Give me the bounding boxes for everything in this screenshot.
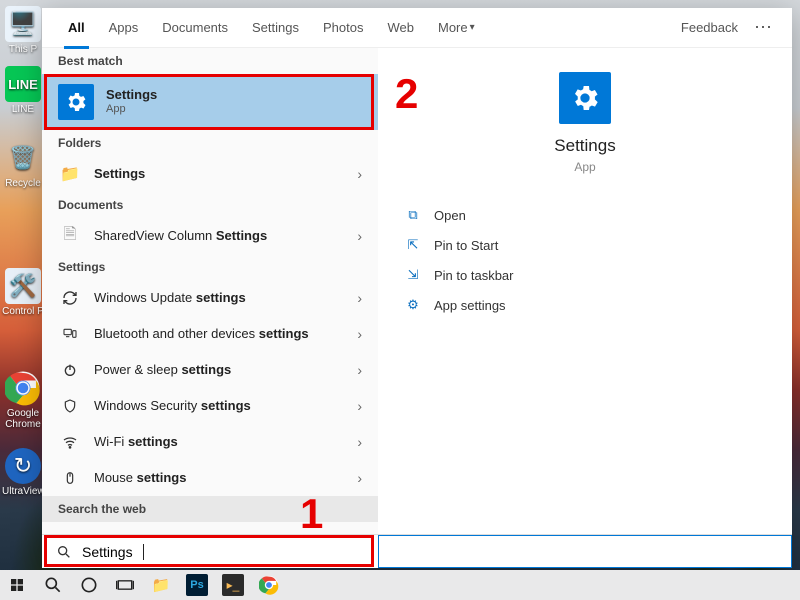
chevron-right-icon: ›	[357, 362, 362, 378]
chevron-right-icon: ›	[357, 166, 362, 182]
section-settings: Settings	[42, 254, 378, 280]
power-icon	[58, 358, 82, 382]
task-view-icon[interactable]	[114, 574, 136, 596]
gear-icon	[559, 72, 611, 124]
pin-icon: ⇱	[404, 237, 422, 253]
document-icon: 🗎	[58, 224, 82, 248]
open-icon: ⧉	[404, 207, 422, 223]
desktop-icon-this-pc[interactable]: 🖥️This P	[2, 6, 44, 55]
sync-icon	[58, 286, 82, 310]
desktop-icon-recycle-bin[interactable]: 🗑️Recycle	[2, 140, 44, 189]
taskbar-search-icon[interactable]	[42, 574, 64, 596]
action-pin-taskbar[interactable]: ⇲ Pin to taskbar	[400, 260, 770, 290]
tab-all[interactable]: All	[56, 8, 97, 48]
search-value: Settings	[82, 544, 133, 560]
desktop-icon-chrome[interactable]: Google Chrome	[2, 370, 44, 430]
feedback-link[interactable]: Feedback	[669, 8, 750, 48]
text-caret	[143, 544, 144, 560]
desktop-icon-line[interactable]: LINELINE	[2, 66, 44, 115]
cortana-icon[interactable]	[78, 574, 100, 596]
annotation-number-1: 1	[300, 490, 323, 538]
chevron-right-icon: ›	[357, 398, 362, 414]
search-icon	[56, 544, 72, 560]
chevron-right-icon: ›	[357, 470, 362, 486]
best-match-settings[interactable]: Settings App	[42, 74, 378, 130]
search-row: Settings	[42, 534, 792, 568]
search-input[interactable]: Settings	[42, 535, 378, 568]
best-match-title: Settings	[106, 87, 362, 103]
section-search-web: Search the web	[42, 496, 378, 522]
settings-result-1[interactable]: Bluetooth and other devices settings›	[42, 316, 378, 352]
folder-icon: 📁	[58, 162, 82, 186]
tab-apps[interactable]: Apps	[97, 8, 151, 48]
taskbar: 📁 Ps ▸_	[0, 570, 800, 600]
gear-icon	[58, 84, 94, 120]
web-result[interactable]: Settings - See web results ›	[42, 522, 378, 534]
section-folders: Folders	[42, 130, 378, 156]
details-title: Settings	[400, 136, 770, 156]
more-options-button[interactable]: ⋯	[750, 17, 778, 38]
folder-result-settings[interactable]: 📁 Settings ›	[42, 156, 378, 192]
tab-more[interactable]: More ▾	[426, 8, 487, 48]
desktop-icon-ultraview[interactable]: ↻UltraView	[2, 448, 44, 497]
devices-icon	[58, 322, 82, 346]
start-button[interactable]	[6, 574, 28, 596]
wifi-icon	[58, 430, 82, 454]
tab-web[interactable]: Web	[375, 8, 426, 48]
shield-icon	[58, 394, 82, 418]
gear-icon: ⚙	[404, 297, 422, 313]
details-kind: App	[400, 160, 770, 174]
chevron-right-icon: ›	[357, 434, 362, 450]
document-result[interactable]: 🗎 SharedView Column Settings ›	[42, 218, 378, 254]
desktop-icon-control-panel[interactable]: 🛠️Control P	[2, 268, 44, 317]
settings-result-0[interactable]: Windows Update settings›	[42, 280, 378, 316]
best-match-sub: App	[106, 103, 362, 117]
terminal-icon[interactable]: ▸_	[222, 574, 244, 596]
tab-documents[interactable]: Documents	[150, 8, 240, 48]
action-app-settings[interactable]: ⚙ App settings	[400, 290, 770, 320]
pin-icon: ⇲	[404, 267, 422, 283]
results-list: Best match Settings App Folders 📁 Settin…	[42, 48, 378, 534]
chevron-right-icon: ›	[357, 290, 362, 306]
chevron-right-icon: ›	[357, 228, 362, 244]
chrome-icon[interactable]	[258, 574, 280, 596]
action-open[interactable]: ⧉ Open	[400, 200, 770, 230]
settings-result-3[interactable]: Windows Security settings›	[42, 388, 378, 424]
search-highlight-area	[378, 535, 792, 568]
chevron-down-icon: ▾	[470, 22, 475, 33]
chevron-right-icon: ›	[357, 532, 362, 534]
chevron-right-icon: ›	[357, 326, 362, 342]
search-icon	[58, 528, 82, 534]
search-tabs: All Apps Documents Settings Photos Web M…	[42, 8, 792, 48]
section-best-match: Best match	[42, 48, 378, 74]
section-documents: Documents	[42, 192, 378, 218]
photoshop-icon[interactable]: Ps	[186, 574, 208, 596]
settings-result-5[interactable]: Mouse settings›	[42, 460, 378, 496]
tab-settings[interactable]: Settings	[240, 8, 311, 48]
file-explorer-icon[interactable]: 📁	[150, 574, 172, 596]
settings-result-2[interactable]: Power & sleep settings›	[42, 352, 378, 388]
annotation-number-2: 2	[395, 70, 418, 118]
details-pane: Settings App ⧉ Open ⇱ Pin to Start ⇲ Pin…	[378, 48, 792, 534]
tab-photos[interactable]: Photos	[311, 8, 375, 48]
action-pin-start[interactable]: ⇱ Pin to Start	[400, 230, 770, 260]
settings-result-4[interactable]: Wi-Fi settings›	[42, 424, 378, 460]
mouse-icon	[58, 466, 82, 490]
